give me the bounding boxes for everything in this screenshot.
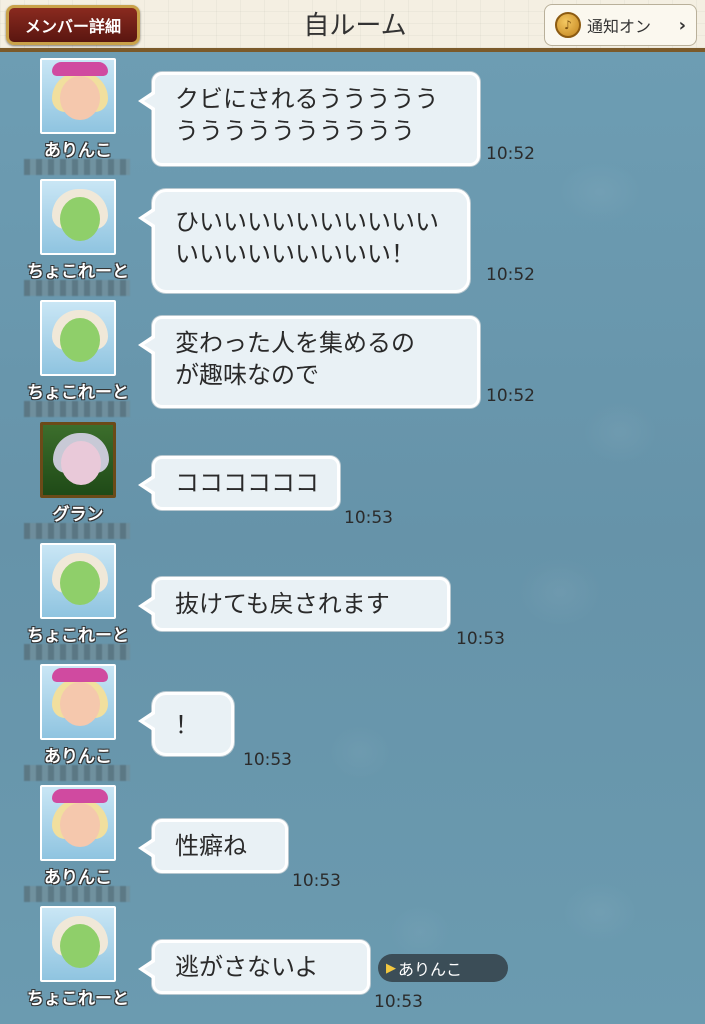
notification-label: 通知オン xyxy=(587,17,652,36)
avatar[interactable] xyxy=(40,422,116,498)
message-time: 10:52 xyxy=(486,386,535,406)
message-time: 10:52 xyxy=(486,144,535,164)
message-time: 10:53 xyxy=(344,508,393,528)
message-bubble: ひいいいいいいいいいい いいいいいいいいい！ xyxy=(138,189,470,293)
redacted-text xyxy=(24,401,130,417)
message-time: 10:52 xyxy=(486,265,535,285)
sender-name: ちょこれーと xyxy=(27,262,129,282)
redacted-text xyxy=(24,159,130,175)
message-time: 10:53 xyxy=(374,992,423,1012)
bell-icon: ♪ xyxy=(555,12,581,38)
redacted-text xyxy=(24,280,130,296)
message-time: 10:53 xyxy=(456,629,505,649)
page-title: 自ルーム xyxy=(303,11,407,41)
mention-name: ありんこ xyxy=(398,960,463,979)
chevron-right-icon: › xyxy=(678,14,686,36)
redacted-text xyxy=(24,765,130,781)
avatar[interactable] xyxy=(40,906,116,982)
avatar[interactable] xyxy=(40,664,116,740)
message-bubble: 変わった人を集めるの が趣味なので xyxy=(138,316,480,408)
sender-name: ありんこ xyxy=(44,868,112,888)
message-bubble: 逃がさないよ xyxy=(138,940,370,994)
redacted-text xyxy=(24,886,130,902)
redacted-text xyxy=(24,644,130,660)
sender-name: ちょこれーと xyxy=(27,383,129,403)
notification-toggle-button[interactable]: ♪ 通知オン › xyxy=(544,4,697,46)
message-bubble: 抜けても戻されます xyxy=(138,577,450,631)
avatar[interactable] xyxy=(40,543,116,619)
message-time: 10:53 xyxy=(243,750,292,770)
avatar[interactable] xyxy=(40,179,116,255)
message-bubble: ココココココ xyxy=(138,456,340,510)
message-bubble: クビにされるううううう うううううううううう xyxy=(138,72,480,166)
room-header: メンバー詳細 自ルーム ♪ 通知オン › xyxy=(0,0,705,52)
member-details-button[interactable]: メンバー詳細 xyxy=(6,5,140,45)
sender-name: ちょこれーと xyxy=(27,626,129,646)
sender-name: ちょこれーと xyxy=(27,989,129,1009)
play-icon: ▶ xyxy=(386,960,396,976)
mention-tag[interactable]: ▶ ありんこ xyxy=(378,954,508,982)
message-bubble: 性癖ね xyxy=(138,819,288,873)
message-bubble: ！ xyxy=(138,692,234,756)
avatar[interactable] xyxy=(40,785,116,861)
avatar[interactable] xyxy=(40,58,116,134)
message-time: 10:53 xyxy=(292,871,341,891)
sender-name: ありんこ xyxy=(44,141,112,161)
avatar[interactable] xyxy=(40,300,116,376)
sender-name: ありんこ xyxy=(44,747,112,767)
sender-name: グラン xyxy=(52,505,104,525)
redacted-text xyxy=(24,523,130,539)
